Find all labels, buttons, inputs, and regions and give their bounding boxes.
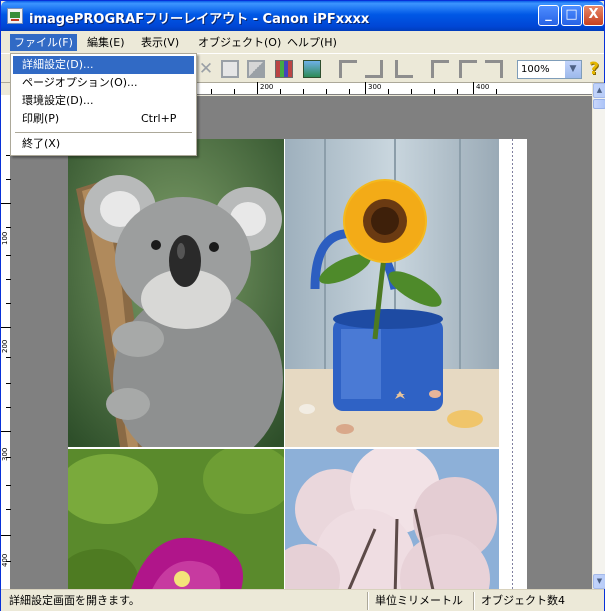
- ruler-tick: [1, 203, 11, 204]
- koala-image: [68, 139, 284, 447]
- scroll-down-icon[interactable]: ▼: [593, 574, 605, 589]
- ruler-tick: [303, 89, 304, 94]
- object-icon[interactable]: ✕: [197, 60, 215, 78]
- ruler-tick: [349, 89, 350, 94]
- menu-item-shortcut: Ctrl+P: [141, 112, 177, 125]
- cherry-blossom-image: [285, 449, 499, 589]
- menu-item-preferences[interactable]: 環境設定(D)...: [13, 92, 194, 110]
- arrange-icon[interactable]: [221, 60, 239, 78]
- status-divider: [367, 592, 369, 610]
- ruler-label: 100: [1, 231, 9, 245]
- ruler-tick: [326, 89, 327, 94]
- ruler-tick: [211, 89, 212, 94]
- photo-cherry-blossoms[interactable]: [285, 449, 499, 589]
- app-window: imagePROGRAFフリーレイアウト - Canon iPFxxxx _ □…: [0, 0, 605, 611]
- layout-icon[interactable]: [247, 60, 265, 78]
- menu-item-label: 詳細設定(D)...: [22, 58, 94, 71]
- grid-icon[interactable]: [275, 60, 293, 78]
- ruler-tick: [411, 89, 412, 94]
- menu-item-label: 印刷(P): [22, 112, 60, 125]
- minimize-button[interactable]: _: [538, 5, 559, 26]
- ruler-label: 300: [368, 83, 382, 91]
- ruler-label: 200: [260, 83, 274, 91]
- status-object-count: オブジェクト数4: [481, 594, 565, 607]
- status-divider: [473, 592, 475, 610]
- zoom-value: 100%: [521, 64, 550, 75]
- menu-help[interactable]: ヘルプ(H): [283, 34, 341, 51]
- ruler-tick: [496, 89, 497, 94]
- ruler-tick: [388, 89, 389, 94]
- photo-icon[interactable]: [303, 60, 321, 78]
- title-bar[interactable]: imagePROGRAFフリーレイアウト - Canon iPFxxxx _ □…: [1, 1, 604, 31]
- align-middle-icon[interactable]: [459, 60, 477, 78]
- menu-item-exit[interactable]: 終了(X): [13, 135, 194, 153]
- scroll-thumb[interactable]: [593, 99, 605, 109]
- ruler-tick: [473, 82, 474, 94]
- menu-item-label: 終了(X): [22, 137, 61, 150]
- ruler-tick: [365, 82, 366, 94]
- ruler-tick: [1, 327, 11, 328]
- ruler-tick: [434, 89, 435, 94]
- status-bar: 詳細設定画面を開きます。 単位ミリメートル オブジェクト数4: [1, 589, 604, 611]
- menu-object[interactable]: オブジェクト(O): [194, 34, 285, 51]
- menu-item-page-options[interactable]: ページオプション(O)...: [13, 74, 194, 92]
- ruler-tick: [1, 535, 11, 536]
- window-title: imagePROGRAFフリーレイアウト - Canon iPFxxxx: [29, 12, 370, 27]
- menu-view[interactable]: 表示(V): [137, 34, 183, 51]
- menu-edit[interactable]: 編集(E): [83, 34, 129, 51]
- file-menu-dropdown: 詳細設定(D)... ページオプション(O)... 環境設定(D)... 印刷(…: [10, 53, 197, 156]
- page-sheet[interactable]: [68, 139, 527, 589]
- close-button[interactable]: X: [583, 5, 604, 26]
- align-center-icon[interactable]: [365, 60, 383, 78]
- ruler-label: 200: [1, 339, 9, 353]
- menu-item-print[interactable]: 印刷(P) Ctrl+P: [13, 110, 194, 128]
- scroll-up-icon[interactable]: ▲: [593, 83, 605, 98]
- ruler-tick: [280, 89, 281, 94]
- ruler-label: 300: [1, 447, 9, 461]
- sunflower-image: [285, 139, 499, 447]
- ruler-vertical: 100 200 300 400: [1, 95, 11, 589]
- ruler-tick: [257, 82, 258, 94]
- align-bottom-icon[interactable]: [395, 60, 413, 78]
- layout-canvas[interactable]: [11, 96, 592, 589]
- app-icon[interactable]: [7, 8, 23, 24]
- ruler-tick: [457, 89, 458, 94]
- maximize-button[interactable]: □: [561, 5, 582, 26]
- align-left-icon[interactable]: [431, 60, 449, 78]
- chevron-down-icon[interactable]: ▼: [565, 61, 581, 78]
- ruler-tick: [1, 431, 11, 432]
- menu-item-label: ページオプション(O)...: [22, 76, 138, 89]
- page-margin-guide: [512, 139, 513, 589]
- bougainvillea-image: [68, 449, 284, 589]
- help-icon[interactable]: ?: [587, 59, 601, 79]
- vertical-scrollbar[interactable]: ▲ ▼: [592, 83, 605, 589]
- menu-item-advanced-settings[interactable]: 詳細設定(D)...: [13, 56, 194, 74]
- ruler-label: 400: [476, 83, 490, 91]
- photo-sunflower[interactable]: [285, 139, 499, 447]
- photo-bougainvillea[interactable]: [68, 449, 284, 589]
- align-right-icon[interactable]: [485, 60, 503, 78]
- status-unit: 単位ミリメートル: [375, 594, 463, 607]
- photo-koala[interactable]: [68, 139, 284, 447]
- status-message: 詳細設定画面を開きます。: [9, 594, 140, 607]
- align-top-icon[interactable]: [339, 60, 357, 78]
- zoom-select[interactable]: 100% ▼: [517, 60, 582, 79]
- menu-separator: [15, 132, 192, 133]
- menu-bar: ファイル(F) 編集(E) 表示(V) オブジェクト(O) ヘルプ(H): [1, 31, 604, 53]
- ruler-tick: [234, 89, 235, 94]
- menu-item-label: 環境設定(D)...: [22, 94, 94, 107]
- menu-file[interactable]: ファイル(F): [10, 34, 77, 51]
